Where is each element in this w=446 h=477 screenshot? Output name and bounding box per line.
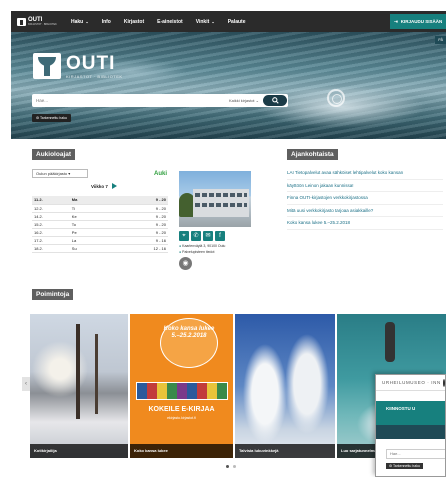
overlay-header: URHEILUMUSEO · INN bbox=[376, 375, 445, 391]
news-link[interactable]: Koko kansa lukee 5.–25.2.2018 bbox=[287, 217, 443, 230]
nav-item-palaute[interactable]: Palaute bbox=[228, 19, 246, 25]
ring-logo-icon bbox=[442, 378, 445, 387]
news-title: Ajankohtaista bbox=[287, 149, 338, 160]
language-switch[interactable]: PÅ bbox=[435, 36, 446, 44]
facebook-icon[interactable]: f bbox=[215, 231, 225, 241]
open-status-badge: Auki bbox=[154, 171, 168, 177]
carousel-prev-button[interactable]: ‹ bbox=[22, 377, 30, 391]
table-row: 16.2. Pe 9 - 20 bbox=[32, 228, 168, 237]
chevron-down-icon: ⌄ bbox=[84, 18, 89, 24]
location-pin-icon: ● bbox=[179, 244, 182, 248]
next-week-arrow-icon[interactable] bbox=[111, 183, 117, 189]
nav-item-haku[interactable]: Haku ⌄ bbox=[71, 19, 89, 25]
top-navigation-bar: OUTI KIRJASTOT · BIBLIOTEK Haku ⌄ Info K… bbox=[11, 11, 446, 32]
table-row: 12.2. Ti 9 - 20 bbox=[32, 204, 168, 213]
card-caption: Talvisia lukuvinkkejä bbox=[235, 444, 335, 458]
decorative-swirl bbox=[327, 89, 345, 107]
nav-item-kirjastot[interactable]: Kirjastot bbox=[124, 19, 144, 25]
table-row: 17.2. La 9 - 16 bbox=[32, 236, 168, 245]
week-navigator: Viikko 7 bbox=[91, 183, 117, 189]
chevron-down-icon: ⌄ bbox=[210, 18, 215, 24]
pick-card-talvisia[interactable]: Talvisia lukuvinkkejä bbox=[235, 314, 335, 458]
book-covers-strip bbox=[136, 382, 228, 400]
search-input[interactable] bbox=[32, 94, 229, 107]
search-icon bbox=[271, 97, 279, 104]
outi-logo-icon bbox=[17, 17, 26, 26]
hero-banner: PÅ OUTI KIRJASTOT · BIBLIOTEK Kaikki kir… bbox=[11, 32, 446, 139]
card-caption: Koko kansa lukee bbox=[130, 444, 233, 458]
news-link[interactable]: Mitä uusi verkkokirjasto tarjoaa asiakka… bbox=[287, 205, 443, 217]
bubble-text: Koko kansa lukee 5.–25.2.2018 bbox=[163, 326, 215, 339]
brand-subtitle: KIRJASTOT · BIBLIOTEK bbox=[28, 23, 57, 26]
ebook-url: ekirjasto.kirjastot.fi bbox=[167, 416, 196, 420]
location-pin-icon: ● bbox=[179, 250, 182, 254]
news-link[interactable]: käyttöön Leinon jakaan kunnissa! bbox=[287, 180, 443, 192]
search-bar: Kaikki kirjastot ⌄ bbox=[32, 94, 288, 107]
branch-select[interactable]: Oulun pääkirjasto ▾ bbox=[32, 169, 88, 178]
card-caption: Kotikirjailija bbox=[30, 444, 128, 458]
overlay-search-input[interactable]: Hae... bbox=[386, 449, 445, 459]
news-link[interactable]: Finna OUTI-kirjastojen verkkokirjastossa bbox=[287, 192, 443, 205]
ebook-headline: KOKEILE E-KIRJAA bbox=[148, 406, 215, 413]
nav-item-info[interactable]: Info bbox=[102, 19, 111, 25]
contact-icons: ⌖ ✆ ✉ f bbox=[179, 231, 227, 241]
more-info-circle-icon[interactable]: ◉ bbox=[179, 257, 192, 270]
news-list: LAI Tietopalvelut avaa sähköiset lehtipa… bbox=[287, 167, 443, 230]
search-button[interactable] bbox=[263, 95, 287, 106]
email-icon[interactable]: ✉ bbox=[203, 231, 213, 241]
overlay-banner: KIINNOSTU U bbox=[376, 401, 445, 425]
news-link[interactable]: LAI Tietopalvelut avaa sähköiset lehtipa… bbox=[287, 167, 443, 180]
search-scope-select[interactable]: Kaikki kirjastot ⌄ bbox=[229, 98, 259, 103]
carousel-dot[interactable] bbox=[233, 465, 236, 468]
carousel-dot[interactable] bbox=[226, 465, 229, 468]
picks-title: Poimintoja bbox=[32, 289, 74, 300]
hero-title: OUTI bbox=[66, 52, 116, 74]
opening-hours-title: Aukioloajat bbox=[32, 149, 76, 160]
branch-services-link[interactable]: ●Palvelupisteen tiedot bbox=[179, 250, 214, 254]
login-button[interactable]: ⇥ KIRJAUDU SISÄÄN bbox=[390, 14, 446, 29]
login-icon: ⇥ bbox=[394, 18, 398, 24]
advanced-search-button[interactable]: ⚙ Tarkennettu haku bbox=[32, 114, 71, 122]
table-row: 18.2. Su 12 - 16 bbox=[32, 244, 168, 253]
week-label: Viikko 7 bbox=[91, 183, 108, 189]
overlay-window: URHEILUMUSEO · INN KIINNOSTU U Hae... ⚙ … bbox=[375, 374, 446, 477]
table-row: 11.2. Ma 9 - 20 bbox=[32, 196, 168, 205]
pick-card-kotikirjailija[interactable]: Kotikirjailija bbox=[30, 314, 128, 458]
table-row: 14.2. Ke 9 - 20 bbox=[32, 212, 168, 221]
table-row: 15.2. To 9 - 20 bbox=[32, 220, 168, 229]
outi-emblem-icon bbox=[33, 53, 61, 79]
brand-logo[interactable]: OUTI KIRJASTOT · BIBLIOTEK bbox=[17, 17, 63, 26]
carousel-pagination bbox=[226, 465, 240, 468]
map-icon[interactable]: ⌖ bbox=[179, 231, 189, 241]
library-building-photo bbox=[179, 171, 251, 227]
opening-hours-table: 11.2. Ma 9 - 20 12.2. Ti 9 - 20 14.2. Ke 9 - 2… bbox=[32, 196, 168, 253]
phone-icon[interactable]: ✆ bbox=[191, 231, 201, 241]
nav-item-vinkit[interactable]: Vinkit ⌄ bbox=[196, 19, 215, 25]
hero-logo: OUTI KIRJASTOT · BIBLIOTEK bbox=[33, 53, 123, 79]
nav-item-e-aineistot[interactable]: E-aineistot bbox=[157, 19, 183, 25]
hero-subtitle: KIRJASTOT · BIBLIOTEK bbox=[66, 73, 123, 79]
overlay-nav-bar bbox=[376, 425, 445, 439]
branch-address: ●Kaarlenväylä 3, 90100 Oulu bbox=[179, 244, 226, 248]
main-menu: Haku ⌄ Info Kirjastot E-aineistot Vinkit… bbox=[71, 19, 259, 25]
overlay-advanced-search-button[interactable]: ⚙ Tarkennettu haku bbox=[386, 463, 423, 469]
pick-card-koko-kansa-lukee[interactable]: Koko kansa lukee 5.–25.2.2018 KOKEILE E-… bbox=[130, 314, 233, 458]
